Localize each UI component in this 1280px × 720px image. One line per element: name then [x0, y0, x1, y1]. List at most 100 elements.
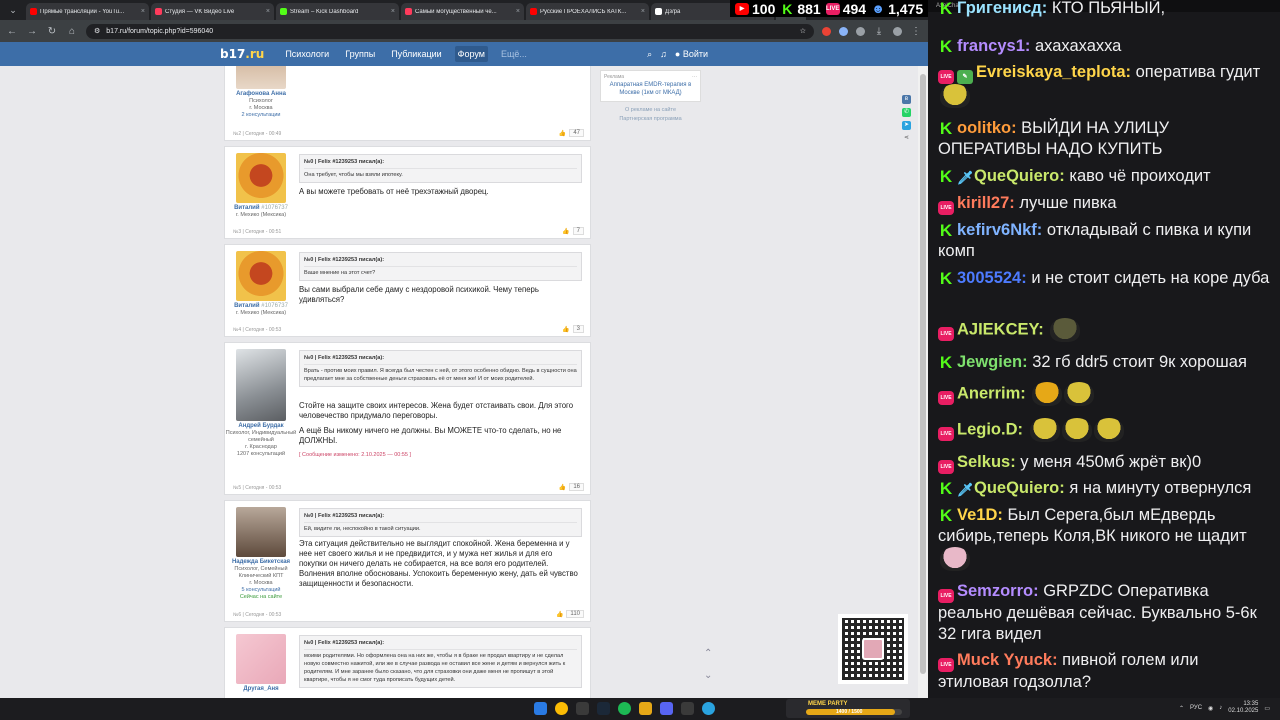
- avatar[interactable]: [236, 507, 286, 557]
- site-header-actions: ⌕ ♫ ● Войти: [647, 49, 708, 60]
- discord-icon[interactable]: [660, 702, 673, 715]
- like-button[interactable]: 👍 16: [559, 483, 584, 491]
- whatsapp-share-icon[interactable]: ✆: [902, 108, 911, 117]
- chat-username[interactable]: Григенисд:: [957, 0, 1047, 17]
- author-name[interactable]: Агафонова Анна: [225, 91, 297, 98]
- vk-share-icon[interactable]: в: [902, 95, 911, 104]
- nav-more[interactable]: Ещё...: [498, 46, 530, 62]
- notifications-icon[interactable]: ▭: [1264, 705, 1270, 712]
- app-icon[interactable]: [576, 702, 589, 715]
- vk-live-badge-icon: LIVE: [938, 460, 954, 474]
- windows-start-icon[interactable]: [534, 702, 547, 715]
- browser-tab[interactable]: Самый могущественный че... ×: [401, 3, 524, 20]
- forward-icon[interactable]: →: [26, 26, 38, 37]
- search-icon[interactable]: ⌕: [647, 49, 652, 60]
- avatar[interactable]: [236, 251, 286, 301]
- menu-icon[interactable]: ⋮: [910, 26, 922, 37]
- close-icon[interactable]: ×: [641, 8, 645, 15]
- quote-block: №0 | Felix #1239253 писал(а): моими роди…: [299, 635, 582, 688]
- close-icon[interactable]: ×: [266, 8, 270, 15]
- extensions-puzzle-icon[interactable]: [856, 26, 865, 36]
- tray-chevron-icon[interactable]: ⌃: [1179, 705, 1184, 712]
- tab-search-icon[interactable]: ⌄: [6, 3, 20, 17]
- like-button[interactable]: 👍 110: [556, 610, 584, 618]
- scroll-up-icon[interactable]: ⌃: [704, 648, 712, 659]
- bell-icon[interactable]: ♫: [660, 49, 667, 59]
- chat-username[interactable]: Semzorro:: [957, 582, 1039, 600]
- browser-tab[interactable]: Студия — VK Видео Live ×: [151, 3, 274, 20]
- like-button[interactable]: 👍 47: [559, 129, 584, 137]
- more-icon[interactable]: ···: [692, 73, 697, 81]
- partner-link[interactable]: Партнерская программа: [600, 116, 701, 122]
- chat-username[interactable]: QueQuiero:: [974, 479, 1065, 497]
- browser-tab[interactable]: Stream – Kick Dashboard ×: [276, 3, 399, 20]
- chat-username[interactable]: QueQuiero:: [974, 167, 1065, 185]
- clock[interactable]: 13:35 02.10.2025: [1228, 701, 1258, 715]
- ad-box[interactable]: Реклама ··· Аппаратная EMDR-терапия в Мос…: [600, 70, 701, 102]
- chat-username[interactable]: Selkus:: [957, 453, 1016, 471]
- avatar[interactable]: [236, 66, 286, 89]
- chat-username[interactable]: francys1:: [957, 37, 1030, 55]
- browser-tab[interactable]: Русские ПРОЕХАЛИСЬ КАТК... ×: [526, 3, 649, 20]
- extension-icon[interactable]: [822, 26, 831, 36]
- telegram-share-icon[interactable]: ➤: [902, 121, 911, 130]
- forum-post: Виталий #1076737 г. Мехико (Мексика) №0 …: [224, 146, 591, 239]
- ad-text[interactable]: Аппаратная EMDR-терапия в Москве (1км от…: [604, 81, 697, 97]
- site-logo[interactable]: b17.ru: [220, 47, 264, 61]
- scroll-down-icon[interactable]: ⌄: [704, 670, 712, 681]
- avatar[interactable]: [236, 349, 286, 421]
- about-ads-link[interactable]: О рекламе на сайте: [600, 107, 701, 113]
- chat-username[interactable]: AJIEKCEY:: [957, 320, 1044, 338]
- profile-avatar[interactable]: [893, 26, 902, 36]
- chrome-icon[interactable]: [555, 702, 568, 715]
- nav-psychologists[interactable]: Психологи: [282, 46, 332, 62]
- nav-groups[interactable]: Группы: [342, 46, 378, 62]
- download-icon[interactable]: ⤓: [873, 26, 885, 37]
- reload-icon[interactable]: ↻: [46, 26, 58, 37]
- post-meta: №2 | Сегодня - 00:49: [233, 131, 282, 137]
- nav-publications[interactable]: Публикации: [388, 46, 444, 62]
- telegram-icon[interactable]: [702, 702, 715, 715]
- back-icon[interactable]: ←: [6, 26, 18, 37]
- chat-username[interactable]: Legio.D:: [957, 420, 1023, 438]
- obs-icon[interactable]: [681, 702, 694, 715]
- chat-username[interactable]: Anerrim:: [957, 384, 1026, 402]
- nav-forum[interactable]: Форум: [454, 46, 488, 62]
- site-info-icon[interactable]: ⚙: [94, 27, 100, 35]
- like-button[interactable]: 👍 7: [562, 227, 584, 235]
- chat-username[interactable]: oolitko:: [957, 119, 1017, 137]
- language-indicator[interactable]: РУС: [1190, 705, 1202, 711]
- share-icon[interactable]: ⋖: [902, 134, 911, 143]
- chat-username[interactable]: kefirv6Nkf:: [957, 221, 1042, 239]
- avatar[interactable]: [236, 634, 286, 684]
- wifi-icon[interactable]: ◉: [1208, 705, 1213, 712]
- post-meta: №3 | Сегодня - 00:51: [233, 229, 282, 235]
- dzen-icon: [655, 8, 662, 15]
- steam-icon[interactable]: [597, 702, 610, 715]
- login-button[interactable]: ● Войти: [675, 49, 708, 59]
- close-icon[interactable]: ×: [516, 8, 520, 15]
- avatar[interactable]: [236, 153, 286, 203]
- extension-icon[interactable]: [839, 26, 848, 36]
- post-author: Агафонова Анна Психолог г. Москва 2 конс…: [225, 66, 297, 119]
- bookmark-star-icon[interactable]: ☆: [800, 27, 806, 35]
- browser-tab[interactable]: Прямые трансляции - YouTu... ×: [26, 3, 149, 20]
- chat-username[interactable]: Evreiskaya_teplota:: [976, 63, 1131, 81]
- scrollbar-thumb[interactable]: [920, 74, 926, 674]
- chat-username[interactable]: Jewgien:: [957, 353, 1028, 371]
- page-scrollbar[interactable]: [918, 66, 928, 698]
- spotify-icon[interactable]: [618, 702, 631, 715]
- kick-badge-icon: K: [939, 269, 953, 288]
- like-button[interactable]: 👍 3: [562, 325, 584, 333]
- chat-username[interactable]: Muck Yyuck:: [957, 651, 1058, 669]
- chat-username[interactable]: kirill27:: [957, 194, 1015, 212]
- system-tray: ⌃ РУС ◉ ♪ 13:35 02.10.2025 ▭: [1179, 701, 1270, 715]
- address-bar[interactable]: ⚙ b17.ru/forum/topic.php?id=596040 ☆: [86, 23, 814, 39]
- chat-username[interactable]: Ve1D:: [957, 506, 1003, 524]
- home-icon[interactable]: ⌂: [66, 26, 78, 37]
- chat-username[interactable]: 3005524:: [957, 269, 1027, 287]
- volume-icon[interactable]: ♪: [1219, 705, 1222, 711]
- app-icon[interactable]: [639, 702, 652, 715]
- close-icon[interactable]: ×: [141, 8, 145, 15]
- close-icon[interactable]: ×: [391, 8, 395, 15]
